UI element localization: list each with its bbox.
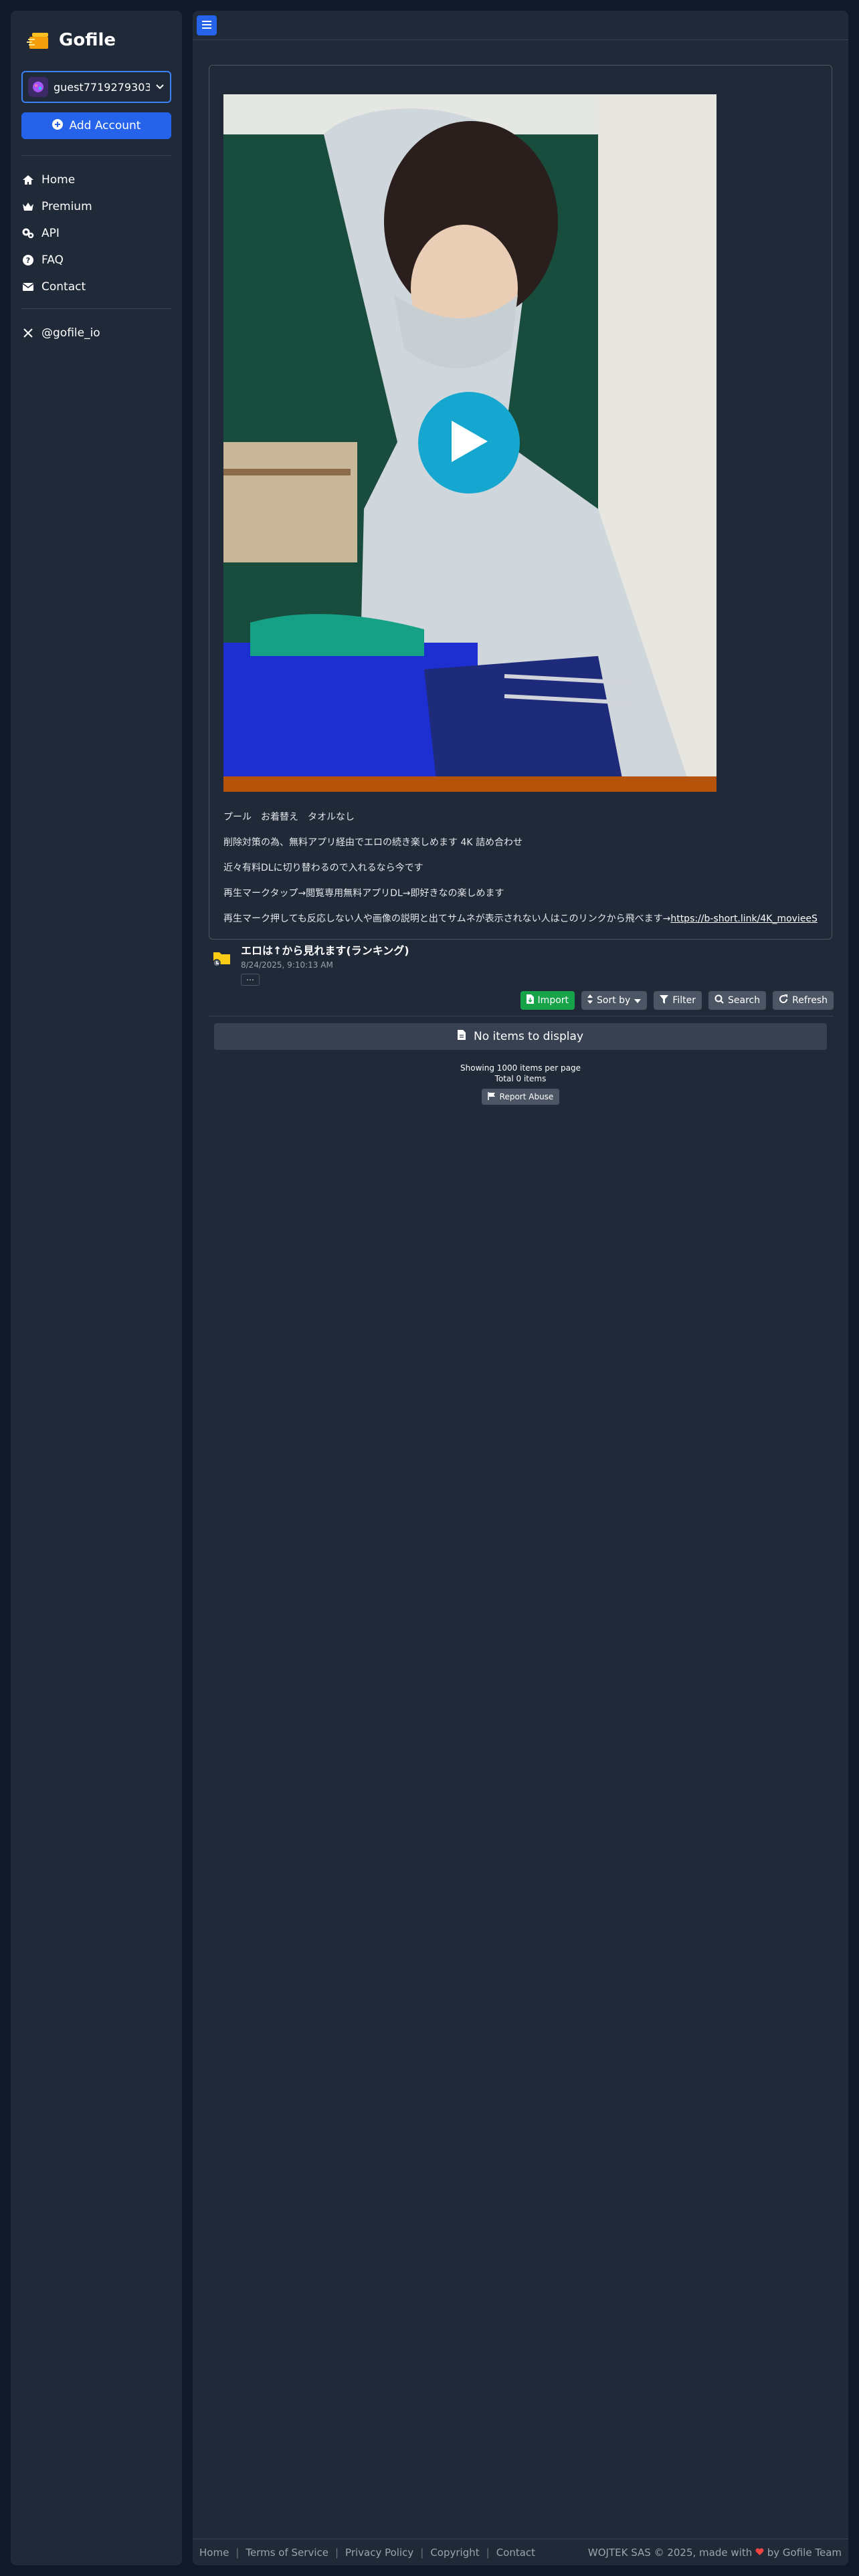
nav-item-faq[interactable]: ? FAQ [21,247,171,274]
footer-link-terms[interactable]: Terms of Service [246,2547,328,2559]
topbar [193,11,848,40]
footer-links: Home | Terms of Service | Privacy Policy… [199,2547,535,2559]
social-link-x[interactable]: @gofile_io [21,320,171,346]
home-icon [21,173,35,187]
filter-label: Filter [672,995,696,1006]
sort-icon [587,994,593,1006]
filter-button[interactable]: Filter [654,991,702,1010]
heart-icon [755,2547,767,2559]
social-label: @gofile_io [41,326,100,340]
nav-item-label: FAQ [41,253,64,267]
account-name: guest7719279303 [54,80,150,94]
play-button[interactable] [418,392,520,494]
gofile-logo-icon [27,29,54,51]
folder-date: 8/24/2025, 9:10:13 AM [241,960,333,970]
question-icon: ? [21,253,35,267]
footer-copyright: WOJTEK SAS © 2025, made with by Gofile T… [588,2547,842,2559]
nav-item-premium[interactable]: Premium [21,193,171,220]
plus-circle-icon [52,118,63,133]
description-line: 削除対策の為、無料アプリ経由でエロの続き楽しめます 4K 詰め合わせ [223,837,522,848]
nav-item-label: API [41,227,60,240]
total-items-text: Total 0 items [494,1074,547,1083]
refresh-label: Refresh [792,995,828,1006]
footer-link-privacy[interactable]: Privacy Policy [345,2547,413,2559]
nav-item-contact[interactable]: Contact [21,274,171,300]
description-line: 近々有料DLに切り替わるので入れるなら今です [223,863,423,873]
footer-link-home[interactable]: Home [199,2547,229,2559]
per-page-text: Showing 1000 items per page [460,1063,581,1073]
nav-item-label: Premium [41,200,92,213]
separator: | [335,2546,339,2559]
description-line: 再生マークタップ→閲覧専用無料アプリDL→即好きなの楽しめます [223,888,504,899]
envelope-icon [21,280,35,294]
description-text: プール お着替え タオルなし 削除対策の為、無料アプリ経由でエロの続き楽しめます… [223,810,818,937]
folder-icon [213,950,231,986]
brand-name: Gofile [59,30,116,50]
flag-icon [487,1091,496,1102]
chevron-down-icon [155,81,165,94]
caret-down-icon [634,995,642,1006]
empty-label: No items to display [473,1030,584,1043]
nav-item-home[interactable]: Home [21,167,171,193]
separator: | [235,2546,240,2559]
search-label: Search [728,995,761,1006]
import-label: Import [537,995,569,1006]
import-button[interactable]: Import [520,991,575,1010]
empty-state: No items to display [214,1023,827,1050]
folder-title: エロは↑から見れます(ランキング) [241,944,409,957]
file-import-icon [526,994,534,1006]
link-prefix: 再生マーク押しても反応しない人や画像の説明と出てサムネが表示されない人はこのリン… [223,914,671,924]
filter-icon [660,994,669,1006]
divider [21,155,171,156]
avatar [28,77,48,97]
gears-icon [21,227,35,240]
main-panel: プール お着替え タオルなし 削除対策の為、無料アプリ経由でエロの続き楽しめます… [193,11,848,2565]
sidebar: Gofile guest7719279303 Add Account Home [11,11,182,2565]
crown-icon [21,200,35,213]
nav-item-label: Home [41,173,76,187]
refresh-button[interactable]: Refresh [773,991,834,1010]
brand[interactable]: Gofile [21,20,171,60]
play-icon [449,419,489,466]
footer-link-copyright[interactable]: Copyright [430,2547,479,2559]
footer: Home | Terms of Service | Privacy Policy… [193,2539,848,2565]
nav-item-label: Contact [41,280,86,294]
description-line: プール お着替え タオルなし [223,812,355,823]
file-icon [457,1030,466,1043]
divider [21,308,171,309]
copyright-suffix: by Gofile Team [767,2546,842,2559]
folder-header: エロは↑から見れます(ランキング) 8/24/2025, 9:10:13 AM … [213,942,409,986]
search-icon [714,994,724,1006]
bars-icon [202,19,211,31]
svg-text:?: ? [26,256,30,265]
search-button[interactable]: Search [708,991,767,1010]
separator: | [420,2546,424,2559]
folder-info: エロは↑から見れます(ランキング) 8/24/2025, 9:10:13 AM … [241,942,409,986]
external-link[interactable]: https://b-short.link/4K_movieeS [670,914,818,924]
nav-item-api[interactable]: API [21,220,171,247]
folder-description: プール お着替え タオルなし 削除対策の為、無料アプリ経由でエロの続き楽しめます… [209,65,832,940]
x-logo-icon [21,326,35,340]
report-label: Report Abuse [499,1092,554,1101]
menu-toggle-button[interactable] [197,15,217,35]
report-abuse-button[interactable]: Report Abuse [482,1089,559,1105]
description-line-link: 再生マーク押しても反応しない人や画像の説明と出てサムネが表示されない人はこのリン… [223,911,818,926]
video-thumbnail[interactable] [223,94,717,792]
sort-button[interactable]: Sort by [581,991,648,1010]
refresh-icon [779,994,788,1006]
footer-link-contact[interactable]: Contact [496,2547,535,2559]
add-account-button[interactable]: Add Account [21,112,171,139]
account-select[interactable]: guest7719279303 [21,71,171,103]
files-toolbar: Import Sort by Filter Search Refresh [520,991,834,1010]
add-account-label: Add Account [69,119,141,132]
copyright-prefix: WOJTEK SAS © 2025, made with [587,2546,753,2559]
sort-label: Sort by [597,995,631,1006]
separator: | [486,2546,490,2559]
folder-more-button[interactable]: ⋯ [241,974,260,986]
